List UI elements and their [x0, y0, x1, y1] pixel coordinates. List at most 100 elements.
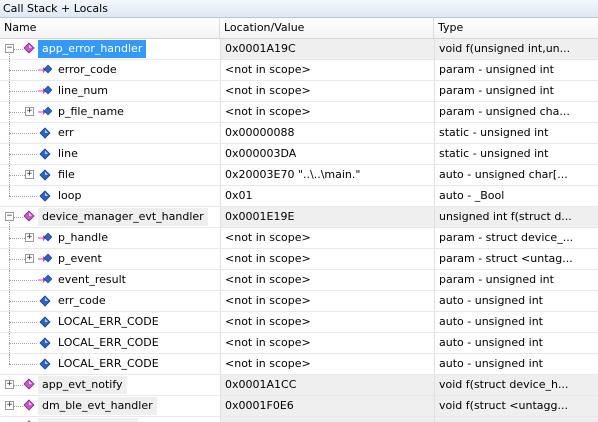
column-header-location[interactable]: Location/Value — [220, 18, 434, 38]
stack-frame-row[interactable]: + app_evt_notify 0x0001A1CC void f(struct d… — [0, 375, 598, 396]
name-cell: error_code — [0, 60, 220, 80]
variable-icon — [38, 294, 52, 308]
symbol-name: error_code — [58, 63, 117, 76]
param-icon — [38, 105, 53, 119]
location-value-cell: <not in scope> — [220, 333, 434, 353]
location-value-cell: 0x00000088 — [220, 123, 434, 143]
location-value-cell: <not in scope> — [220, 354, 434, 374]
local-variable-row[interactable]: loop 0x01 auto - _Bool — [0, 186, 598, 207]
expand-toggle[interactable]: + — [25, 170, 34, 179]
expand-toggle[interactable]: + — [25, 254, 34, 263]
location-value-cell: 0x0001A19C — [220, 39, 434, 59]
symbol-name: p_handle — [58, 231, 108, 244]
tree-guide-line — [9, 354, 10, 364]
local-variable-row[interactable]: err 0x00000088 static - unsigned int — [0, 123, 598, 144]
local-variable-row[interactable]: line 0x000003DA static - unsigned int — [0, 144, 598, 165]
local-variable-row[interactable]: line_num <not in scope> param - unsigned i… — [0, 81, 598, 102]
local-variable-row[interactable]: event_result <not in scope> param - unsign… — [0, 270, 598, 291]
collapse-toggle[interactable]: − — [5, 44, 14, 53]
symbol-name: err_code — [58, 294, 106, 307]
name-cell: − app_error_handler — [0, 39, 220, 59]
expand-toggle[interactable]: + — [5, 380, 14, 389]
type-cell: void f(struct <untagg... — [434, 417, 598, 422]
expand-toggle[interactable]: + — [25, 233, 34, 242]
stack-frame-row[interactable]: + dm_ble_evt_handler 0x0001F0E6 void f(stru… — [0, 396, 598, 417]
local-variable-row[interactable]: + p_event <not in scope> param - struct <un… — [0, 249, 598, 270]
location-value-cell: 0x0001A1CC — [220, 375, 434, 395]
symbol-name: ble_evt_dispatch — [38, 418, 139, 422]
type-cell: void f(unsigned int,un... — [434, 39, 598, 59]
stack-frame-row[interactable]: − app_error_handler 0x0001A19C void f(unsig… — [0, 39, 598, 60]
expand-toggle[interactable]: + — [5, 401, 14, 410]
name-cell: LOCAL_ERR_CODE — [0, 354, 220, 374]
function-icon — [22, 210, 36, 224]
local-variable-row[interactable]: LOCAL_ERR_CODE <not in scope> auto - unsig… — [0, 354, 598, 375]
local-variable-row[interactable]: LOCAL_ERR_CODE <not in scope> auto - unsig… — [0, 333, 598, 354]
name-cell: + p_handle — [0, 228, 220, 248]
type-cell: auto - unsigned int — [434, 333, 598, 353]
type-cell: void f(struct <untagg... — [434, 396, 598, 416]
local-variable-row[interactable]: error_code <not in scope> param - unsigned… — [0, 60, 598, 81]
param-icon — [38, 231, 53, 245]
expand-toggle[interactable]: + — [25, 107, 34, 116]
column-header-name[interactable]: Name — [0, 18, 220, 38]
symbol-name: file — [58, 168, 75, 181]
location-value-cell: <not in scope> — [220, 102, 434, 122]
location-value-cell: 0x0001F0E6 — [220, 396, 434, 416]
variable-icon — [38, 315, 52, 329]
tree-branch-line — [9, 322, 37, 323]
variable-icon — [38, 189, 52, 203]
variable-icon — [38, 357, 52, 371]
tree-branch-line — [9, 133, 37, 134]
location-value-cell: <not in scope> — [220, 249, 434, 269]
local-variable-row[interactable]: + file 0x20003E70 "..\..\main." auto - unsi… — [0, 165, 598, 186]
location-value-cell: <not in scope> — [220, 60, 434, 80]
symbol-name: device_manager_evt_handler — [38, 208, 208, 226]
stack-frame-row[interactable]: − device_manager_evt_handler 0x0001E19E uns… — [0, 207, 598, 228]
location-value-cell: <not in scope> — [220, 291, 434, 311]
tree-guide-line — [9, 186, 10, 196]
local-variable-row[interactable]: + p_file_name <not in scope> param - unsign… — [0, 102, 598, 123]
tree-branch-line — [9, 280, 37, 281]
tree-branch-line — [9, 196, 37, 197]
type-cell: auto - unsigned int — [434, 291, 598, 311]
local-variable-row[interactable]: LOCAL_ERR_CODE <not in scope> auto - unsig… — [0, 312, 598, 333]
location-value-cell: <not in scope> — [220, 270, 434, 290]
name-cell: line_num — [0, 81, 220, 101]
name-cell: − device_manager_evt_handler — [0, 207, 220, 227]
stack-frame-row[interactable]: +ble_evt_dispatch0x0001B978void f(struct… — [0, 417, 598, 422]
name-cell: +ble_evt_dispatch — [0, 417, 220, 422]
param-icon — [38, 63, 53, 77]
location-value-cell: 0x0001E19E — [220, 207, 434, 227]
variable-icon — [38, 336, 52, 350]
type-cell: unsigned int f(struct d... — [434, 207, 598, 227]
local-variable-row[interactable]: + p_handle <not in scope> param - struct de… — [0, 228, 598, 249]
symbol-name: err — [58, 126, 74, 139]
tree-branch-line — [9, 259, 25, 260]
symbol-name: loop — [58, 189, 82, 202]
collapse-toggle[interactable]: − — [5, 212, 14, 221]
column-header-row: Name Location/Value Type — [0, 18, 598, 39]
param-icon — [38, 84, 53, 98]
symbol-name: LOCAL_ERR_CODE — [58, 336, 159, 349]
location-value-cell: 0x20003E70 "..\..\main." — [220, 165, 434, 185]
symbol-name: p_event — [58, 252, 102, 265]
call-stack-locals-window: Call Stack + Locals Name Location/Value … — [0, 0, 598, 422]
symbol-name: app_evt_notify — [38, 376, 127, 394]
name-cell: + dm_ble_evt_handler — [0, 396, 220, 416]
symbol-name: line — [58, 147, 78, 160]
function-icon — [22, 378, 36, 392]
column-header-type[interactable]: Type — [434, 18, 598, 38]
param-icon — [38, 273, 53, 287]
window-title: Call Stack + Locals — [0, 0, 598, 18]
type-cell: param - struct <untag... — [434, 249, 598, 269]
tree-branch-line — [9, 91, 37, 92]
symbol-name: p_file_name — [58, 105, 124, 118]
function-icon — [22, 42, 36, 56]
local-variable-row[interactable]: err_code <not in scope> auto - unsigned in… — [0, 291, 598, 312]
function-icon — [22, 399, 36, 413]
location-value-cell: 0x01 — [220, 186, 434, 206]
name-cell: LOCAL_ERR_CODE — [0, 333, 220, 353]
symbol-name: line_num — [58, 84, 109, 97]
variable-icon — [38, 147, 52, 161]
